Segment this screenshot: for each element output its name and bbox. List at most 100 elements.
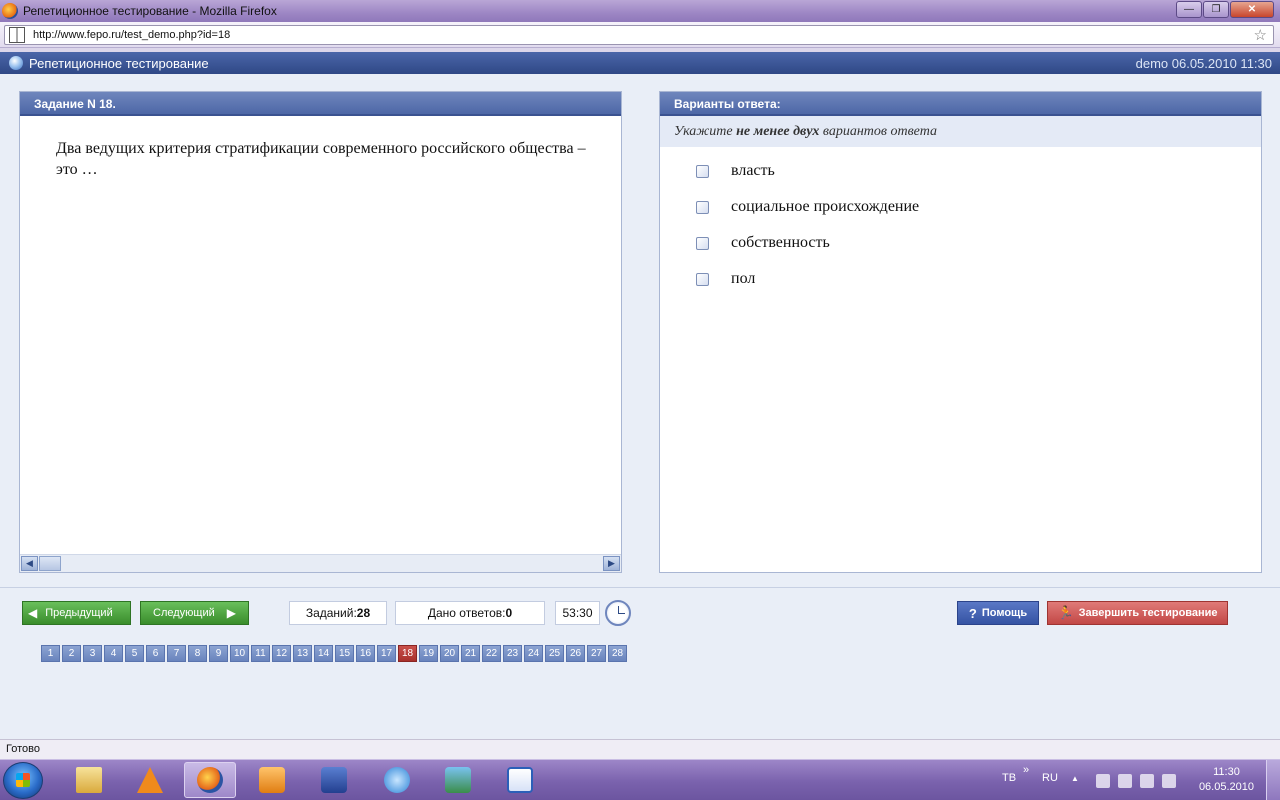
network-icon[interactable] [1140, 774, 1154, 788]
page-button-15[interactable]: 15 [335, 645, 354, 662]
start-button[interactable] [3, 762, 43, 799]
url-field[interactable]: http://www.fepo.ru/test_demo.php?id=18 ☆ [4, 25, 1274, 45]
page-button-14[interactable]: 14 [314, 645, 333, 662]
answer-label[interactable]: власть [731, 162, 775, 180]
arrow-left-icon: ◀ [28, 606, 38, 620]
running-man-icon: 🏃 [1057, 605, 1074, 620]
page-button-13[interactable]: 13 [293, 645, 312, 662]
answer-option[interactable]: социальное происхождение [660, 189, 1261, 225]
language-ru[interactable]: RU [1042, 772, 1058, 784]
finish-test-button[interactable]: 🏃 Завершить тестирование [1047, 601, 1228, 625]
taskbar-media-player-button[interactable] [246, 762, 298, 798]
page-button-1[interactable]: 1 [41, 645, 60, 662]
answer-checkbox[interactable] [696, 164, 709, 178]
bookmark-star-icon[interactable]: ☆ [1254, 26, 1267, 44]
taskbar-photo-viewer-button[interactable] [432, 762, 484, 798]
taskbar-itunes-button[interactable] [371, 762, 423, 798]
page-button-6[interactable]: 6 [146, 645, 165, 662]
page-button-17[interactable]: 17 [377, 645, 396, 662]
next-button[interactable]: Следующий ▶ [140, 601, 249, 625]
hint-prefix: Укажите [674, 124, 737, 139]
taskbar-word-button[interactable] [494, 762, 546, 798]
scroll-left-arrow-icon[interactable]: ◀ [21, 556, 38, 571]
page-button-28[interactable]: 28 [608, 645, 627, 662]
page-button-19[interactable]: 19 [419, 645, 438, 662]
window-controls: — ❐ ✕ [1175, 1, 1274, 18]
firefox-icon [197, 767, 223, 793]
folder-icon [76, 767, 102, 793]
url-text[interactable]: http://www.fepo.ru/test_demo.php?id=18 [33, 29, 230, 41]
clock-time: 11:30 [1213, 766, 1240, 778]
system-clock[interactable]: 11:30 06.05.2010 [1199, 765, 1254, 795]
address-bar: http://www.fepo.ru/test_demo.php?id=18 ☆ [0, 22, 1280, 48]
close-button[interactable]: ✕ [1230, 1, 1274, 18]
page-button-10[interactable]: 10 [230, 645, 249, 662]
page-button-7[interactable]: 7 [167, 645, 186, 662]
tasks-count-label: Заданий: [305, 606, 357, 620]
answers-panel: Варианты ответа: Укажите не менее двух в… [659, 91, 1262, 573]
expand-icon[interactable]: » [1023, 764, 1029, 776]
page-button-22[interactable]: 22 [482, 645, 501, 662]
answers-hint: Укажите не менее двух вариантов ответа [660, 116, 1261, 147]
page-button-3[interactable]: 3 [83, 645, 102, 662]
answer-label[interactable]: социальное происхождение [731, 198, 919, 216]
page-button-2[interactable]: 2 [62, 645, 81, 662]
timer: 53:30 [555, 601, 600, 625]
clock-icon [605, 600, 631, 626]
help-button[interactable]: ? Помощь [957, 601, 1039, 625]
page-button-8[interactable]: 8 [188, 645, 207, 662]
taskbar-folder-button[interactable] [63, 762, 115, 798]
minimize-button[interactable]: — [1176, 1, 1202, 18]
taskbar-floppy-button[interactable] [308, 762, 360, 798]
scroll-thumb[interactable] [39, 556, 61, 571]
network-warning-icon[interactable] [1096, 774, 1110, 788]
show-desktop-button[interactable] [1266, 760, 1280, 800]
answered-count-label: Дано ответов: [427, 606, 506, 620]
language-tb[interactable]: TB [1002, 772, 1016, 784]
answer-option[interactable]: пол [660, 261, 1261, 297]
page-button-11[interactable]: 11 [251, 645, 270, 662]
page-button-9[interactable]: 9 [209, 645, 228, 662]
app-header: Репетиционное тестирование demo 06.05.20… [0, 52, 1280, 74]
firefox-icon [2, 3, 18, 19]
page-button-24[interactable]: 24 [524, 645, 543, 662]
windows-taskbar: TB » RU ▲ 11:30 06.05.2010 [0, 759, 1280, 800]
media-player-icon [259, 767, 285, 793]
scroll-right-arrow-icon[interactable]: ▶ [603, 556, 620, 571]
answered-count: Дано ответов: 0 [395, 601, 545, 625]
answer-checkbox[interactable] [696, 236, 709, 250]
answer-checkbox[interactable] [696, 272, 709, 286]
arrow-right-icon: ▶ [226, 606, 236, 620]
horizontal-scrollbar[interactable]: ◀ ▶ [20, 554, 621, 572]
volume-icon[interactable] [1162, 774, 1176, 788]
page-button-20[interactable]: 20 [440, 645, 459, 662]
page-button-16[interactable]: 16 [356, 645, 375, 662]
taskbar-firefox-button[interactable] [184, 762, 236, 798]
system-tray: TB » RU ▲ 11:30 06.05.2010 [990, 760, 1280, 800]
answer-option[interactable]: власть [660, 153, 1261, 189]
page-button-18[interactable]: 18 [398, 645, 417, 662]
maximize-button[interactable]: ❐ [1203, 1, 1229, 18]
answer-label[interactable]: собственность [731, 234, 830, 252]
page-button-26[interactable]: 26 [566, 645, 585, 662]
answer-checkbox[interactable] [696, 200, 709, 214]
show-hidden-icons-icon[interactable]: ▲ [1071, 774, 1079, 783]
page-button-23[interactable]: 23 [503, 645, 522, 662]
help-label: Помощь [981, 607, 1028, 619]
site-favicon-icon [9, 27, 25, 43]
window-titlebar: Репетиционное тестирование - Mozilla Fir… [0, 0, 1280, 22]
page-button-4[interactable]: 4 [104, 645, 123, 662]
page-button-5[interactable]: 5 [125, 645, 144, 662]
device-icon[interactable] [1118, 774, 1132, 788]
page-button-12[interactable]: 12 [272, 645, 291, 662]
page-button-27[interactable]: 27 [587, 645, 606, 662]
taskbar-vlc-button[interactable] [124, 762, 176, 798]
previous-button[interactable]: ◀ Предыдущий [22, 601, 131, 625]
status-text: Готово [6, 743, 40, 755]
word-icon [507, 767, 533, 793]
page-button-25[interactable]: 25 [545, 645, 564, 662]
task-panel: Задание N 18. Два ведущих критерия страт… [19, 91, 622, 573]
page-button-21[interactable]: 21 [461, 645, 480, 662]
answer-label[interactable]: пол [731, 270, 755, 288]
answer-option[interactable]: собственность [660, 225, 1261, 261]
